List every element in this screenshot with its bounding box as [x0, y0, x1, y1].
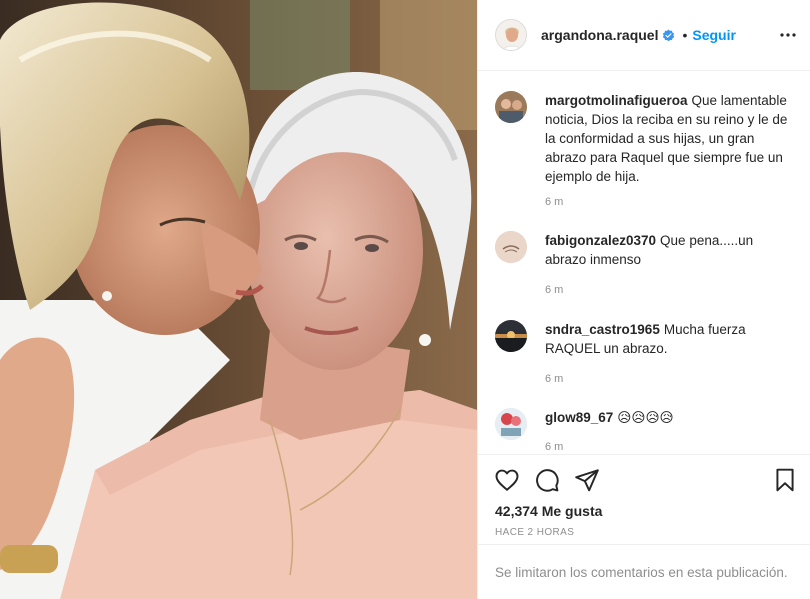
comment-time[interactable]: 6 m [545, 441, 563, 453]
post-side-panel: argandona.raquel • Seguir margotmolinafi… [477, 0, 810, 599]
more-options-icon[interactable] [779, 26, 797, 44]
post-timestamp[interactable]: HACE 2 HORAS [495, 527, 574, 538]
commenter-avatar[interactable] [495, 231, 527, 263]
comment-time[interactable]: 6 m [545, 284, 563, 296]
comments-limited-notice: Se limitaron los comentarios en esta pub… [478, 544, 810, 599]
follow-button[interactable]: Seguir [692, 27, 736, 43]
comment-body: sndra_castro1965 Mucha fuerza RAQUEL un a… [545, 320, 795, 358]
comment-time[interactable]: 6 m [545, 196, 563, 208]
post-actions: 42,374 Me gusta HACE 2 HORAS [478, 454, 810, 544]
author-avatar[interactable] [495, 19, 527, 51]
comment-username[interactable]: glow89_67 [545, 410, 613, 425]
comment-icon[interactable] [534, 467, 560, 493]
comment-body: fabigonzalez0370 Que pena.....un abrazo i… [545, 231, 795, 269]
post-photo[interactable] [0, 0, 477, 599]
comment-body: glow89_67 😥😥😥😥 [545, 408, 795, 427]
paper-plane-icon[interactable] [574, 467, 600, 493]
commenter-avatar[interactable] [495, 91, 527, 123]
comment-username[interactable]: margotmolinafigueroa [545, 93, 688, 108]
verified-badge-icon [663, 29, 675, 41]
heart-icon[interactable] [494, 467, 520, 493]
likes-count[interactable]: 42,374 Me gusta [495, 503, 602, 519]
comment-username[interactable]: sndra_castro1965 [545, 322, 660, 337]
comment-username[interactable]: fabigonzalez0370 [545, 233, 656, 248]
comments-list[interactable]: margotmolinafigueroa Que lamentable notic… [478, 72, 810, 454]
header-separator: • [682, 27, 688, 43]
commenter-avatar[interactable] [495, 320, 527, 352]
author-username[interactable]: argandona.raquel [541, 27, 658, 43]
comment-text: 😥😥😥😥 [617, 410, 674, 425]
post-header: argandona.raquel • Seguir [478, 0, 810, 71]
comment-body: margotmolinafigueroa Que lamentable notic… [545, 91, 795, 186]
commenter-avatar[interactable] [495, 408, 527, 440]
bookmark-icon[interactable] [772, 467, 798, 493]
comment-time[interactable]: 6 m [545, 373, 563, 385]
